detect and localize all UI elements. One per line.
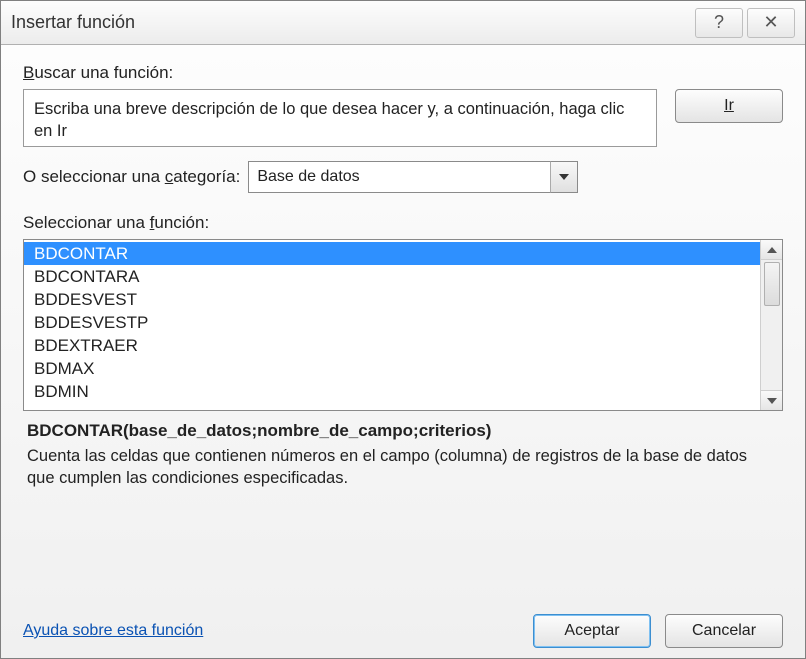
chevron-down-icon	[559, 174, 569, 180]
close-button[interactable]: ✕	[747, 8, 795, 38]
help-icon: ?	[714, 12, 724, 33]
category-select[interactable]: Base de datos	[248, 161, 578, 193]
insert-function-dialog: Insertar función ? ✕ Buscar una función:…	[0, 0, 806, 659]
go-button[interactable]: Ir	[675, 89, 783, 123]
ok-button[interactable]: Aceptar	[533, 614, 651, 648]
window-title: Insertar función	[11, 12, 135, 33]
chevron-up-icon	[767, 247, 777, 253]
scroll-track[interactable]	[761, 260, 782, 390]
function-signature: BDCONTAR(base_de_datos;nombre_de_campo;c…	[27, 421, 779, 441]
scroll-down-button[interactable]	[761, 390, 782, 410]
chevron-down-icon	[767, 398, 777, 404]
category-label: O seleccionar una categoría:	[23, 167, 240, 187]
help-link[interactable]: Ayuda sobre esta función	[23, 622, 203, 640]
search-input[interactable]: Escriba una breve descripción de lo que …	[23, 89, 657, 147]
category-selected-value: Base de datos	[248, 161, 578, 193]
scroll-up-button[interactable]	[761, 240, 782, 260]
category-dropdown-button[interactable]	[550, 161, 578, 193]
dialog-footer: Ayuda sobre esta función Aceptar Cancela…	[23, 594, 783, 648]
function-listbox[interactable]: BDCONTARBDCONTARABDDESVESTBDDESVESTPBDEX…	[23, 239, 783, 411]
function-description: BDCONTAR(base_de_datos;nombre_de_campo;c…	[23, 419, 783, 492]
list-item[interactable]: BDDESVEST	[24, 288, 760, 311]
function-description-text: Cuenta las celdas que contienen números …	[27, 445, 779, 490]
dialog-body: Buscar una función: Escriba una breve de…	[1, 45, 805, 658]
list-item[interactable]: BDEXTRAER	[24, 334, 760, 357]
list-item[interactable]: BDCONTARA	[24, 265, 760, 288]
cancel-button[interactable]: Cancelar	[665, 614, 783, 648]
function-list-label: Seleccionar una función:	[23, 213, 783, 233]
search-label: Buscar una función:	[23, 63, 783, 83]
scrollbar[interactable]	[760, 240, 782, 410]
list-item[interactable]: BDCONTAR	[24, 242, 760, 265]
list-item[interactable]: BDMAX	[24, 357, 760, 380]
titlebar: Insertar función ? ✕	[1, 1, 805, 45]
list-item[interactable]: BDDESVESTP	[24, 311, 760, 334]
scroll-thumb[interactable]	[764, 262, 780, 306]
list-item[interactable]: BDMIN	[24, 380, 760, 403]
help-button[interactable]: ?	[695, 8, 743, 38]
close-icon: ✕	[763, 12, 778, 33]
